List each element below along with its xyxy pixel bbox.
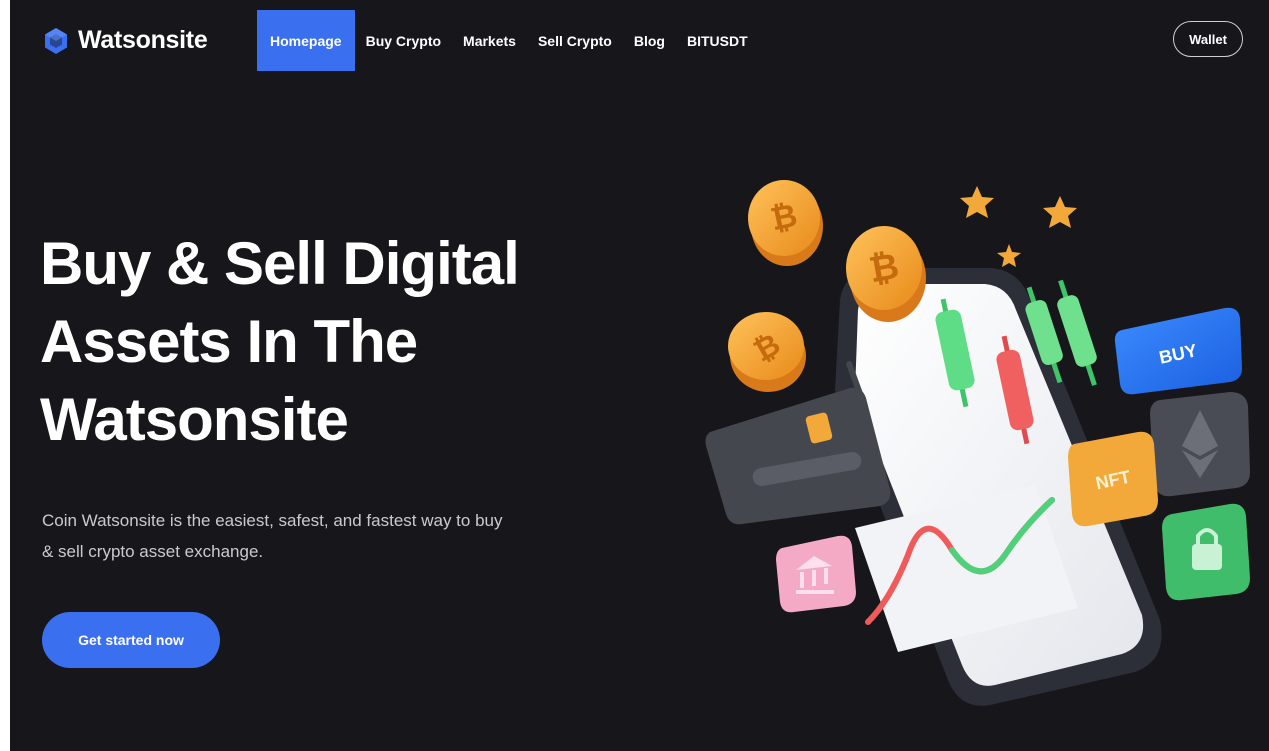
hero-title-line: Assets In The bbox=[40, 308, 418, 375]
get-started-button[interactable]: Get started now bbox=[42, 612, 220, 668]
main-menu: Homepage Buy Crypto Markets Sell Crypto … bbox=[257, 10, 759, 71]
lock-icon bbox=[1162, 503, 1250, 601]
nav-item-homepage[interactable]: Homepage bbox=[257, 10, 355, 71]
bitcoin-coin-icon: ₿ bbox=[748, 180, 823, 266]
star-icon bbox=[960, 186, 994, 218]
logo[interactable]: Watsonsite bbox=[44, 26, 208, 55]
wallet-button[interactable]: Wallet bbox=[1173, 21, 1243, 57]
nav-item-sell-crypto[interactable]: Sell Crypto bbox=[527, 10, 623, 71]
hero-title-line: Watsonsite bbox=[40, 386, 349, 453]
nav-item-bitusdt[interactable]: BITUSDT bbox=[676, 10, 759, 71]
hero-title: Buy & Sell Digital Assets In The Watsons… bbox=[40, 225, 600, 459]
star-icon bbox=[1043, 196, 1077, 228]
nft-tile: NFT bbox=[1068, 431, 1158, 527]
star-icon bbox=[997, 244, 1021, 267]
bank-icon bbox=[776, 535, 856, 613]
brand-name: Watsonsite bbox=[78, 26, 208, 54]
hexagon-logo-icon bbox=[45, 27, 67, 54]
ethereum-icon bbox=[1150, 392, 1250, 497]
credit-card-icon bbox=[705, 387, 891, 525]
buy-tile: BUY bbox=[1114, 307, 1242, 395]
hero-subtitle-line: & sell crypto asset exchange. bbox=[42, 542, 264, 561]
nav-item-blog[interactable]: Blog bbox=[623, 10, 676, 71]
nav-item-buy-crypto[interactable]: Buy Crypto bbox=[355, 10, 452, 71]
bitcoin-coin-icon: ₿ bbox=[728, 312, 806, 392]
hero-subtitle: Coin Watsonsite is the easiest, safest, … bbox=[42, 505, 602, 567]
page: Watsonsite Homepage Buy Crypto Markets S… bbox=[10, 0, 1269, 751]
nav-item-markets[interactable]: Markets bbox=[452, 10, 527, 71]
navbar: Watsonsite Homepage Buy Crypto Markets S… bbox=[10, 0, 1269, 76]
hero-illustration: ₿ ₿ ₿ BUY NFT bbox=[705, 180, 1250, 706]
hero-subtitle-line: Coin Watsonsite is the easiest, safest, … bbox=[42, 511, 503, 530]
hero-title-line: Buy & Sell Digital bbox=[40, 230, 520, 297]
